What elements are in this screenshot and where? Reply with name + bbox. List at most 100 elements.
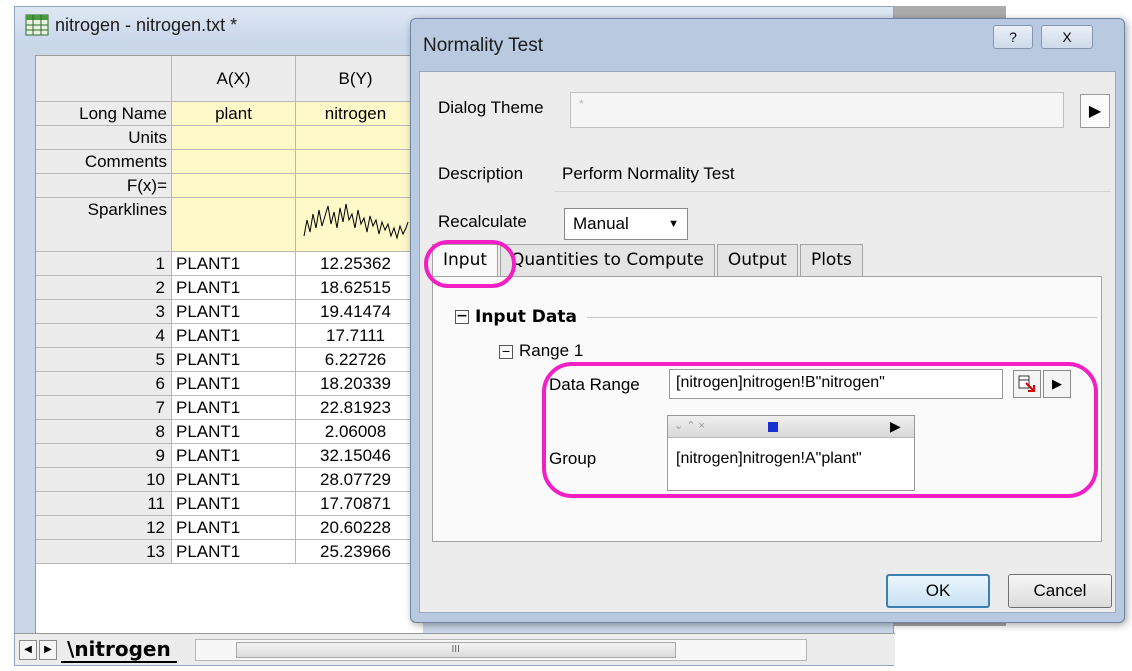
tab-bar: Input Quantities to Compute Output Plots [432, 244, 865, 278]
row-number[interactable]: 13 [36, 540, 172, 564]
cell-plant[interactable]: PLANT1 [172, 252, 296, 276]
column-header-b[interactable]: B(Y) [296, 56, 416, 102]
row-number[interactable]: 12 [36, 516, 172, 540]
cancel-button[interactable]: Cancel [1008, 574, 1112, 608]
range-select-button[interactable] [1013, 370, 1041, 398]
data-range-input[interactable]: [nitrogen]nitrogen!B"nitrogen" [669, 369, 1003, 399]
comments-b[interactable] [296, 150, 416, 174]
row-number[interactable]: 1 [36, 252, 172, 276]
long-name-a[interactable]: plant [172, 102, 296, 126]
row-label-units[interactable]: Units [36, 126, 172, 150]
collapse-icon[interactable]: − [455, 309, 469, 324]
row-number[interactable]: 8 [36, 420, 172, 444]
row-label-sparklines[interactable]: Sparklines [36, 198, 172, 252]
cell-plant[interactable]: PLANT1 [172, 372, 296, 396]
dialog-theme-input[interactable]: * [570, 92, 1064, 128]
horizontal-scrollbar[interactable]: III [194, 638, 807, 661]
table-row: 7 PLANT1 22.81923 [36, 396, 423, 420]
range-1-label: Range 1 [519, 341, 584, 360]
sheet-navigation-bar: ◀ ▶ \nitrogen III [15, 633, 895, 665]
cell-plant[interactable]: PLANT1 [172, 324, 296, 348]
row-number[interactable]: 9 [36, 444, 172, 468]
tab-quantities-to-compute[interactable]: Quantities to Compute [500, 244, 715, 276]
cell-nitrogen[interactable]: 2.06008 [296, 420, 416, 444]
group-input[interactable]: ⌄ ⌃ × ▶ [nitrogen]nitrogen!A"plant" [667, 415, 915, 491]
table-row: 8 PLANT1 2.06008 [36, 420, 423, 444]
row-number[interactable]: 11 [36, 492, 172, 516]
dialog-theme-menu-button[interactable]: ▶ [1080, 94, 1110, 128]
sheet-tab-nitrogen[interactable]: \nitrogen [61, 637, 177, 663]
cell-plant[interactable]: PLANT1 [172, 468, 296, 492]
cell-nitrogen[interactable]: 19.41474 [296, 300, 416, 324]
prev-sheet-button[interactable]: ◀ [19, 639, 37, 660]
play-arrow-icon[interactable]: ▶ [890, 418, 901, 435]
tab-plots[interactable]: Plots [799, 244, 863, 276]
column-header-row: A(X) B(Y) [36, 56, 423, 102]
column-header-a[interactable]: A(X) [172, 56, 296, 102]
cell-nitrogen[interactable]: 28.07729 [296, 468, 416, 492]
scrollbar-thumb[interactable]: III [235, 641, 676, 658]
cell-nitrogen[interactable]: 18.20339 [296, 372, 416, 396]
cell-plant[interactable]: PLANT1 [172, 444, 296, 468]
group-color-marker [768, 422, 778, 432]
cell-plant[interactable]: PLANT1 [172, 348, 296, 372]
fx-row: F(x)= [36, 174, 423, 198]
cell-plant[interactable]: PLANT1 [172, 420, 296, 444]
collapse-icon[interactable]: − [499, 344, 513, 359]
cell-plant[interactable]: PLANT1 [172, 300, 296, 324]
row-label-comments[interactable]: Comments [36, 150, 172, 174]
units-a[interactable] [172, 126, 296, 150]
row-label-long-name[interactable]: Long Name [36, 102, 172, 126]
table-row: 5 PLANT1 6.22726 [36, 348, 423, 372]
range-select-icon [1018, 375, 1035, 392]
sparkline-b[interactable] [296, 198, 416, 252]
group-value: [nitrogen]nitrogen!A"plant" [676, 450, 862, 467]
long-name-b[interactable]: nitrogen [296, 102, 416, 126]
cell-plant[interactable]: PLANT1 [172, 396, 296, 420]
cell-plant[interactable]: PLANT1 [172, 516, 296, 540]
input-data-node[interactable]: − Input Data [455, 307, 577, 327]
range-1-node[interactable]: − Range 1 [499, 341, 583, 361]
table-row: 13 PLANT1 25.23966 [36, 540, 423, 564]
row-number[interactable]: 7 [36, 396, 172, 420]
cell-plant[interactable]: PLANT1 [172, 276, 296, 300]
sparkline-a[interactable] [172, 198, 296, 252]
cell-nitrogen[interactable]: 6.22726 [296, 348, 416, 372]
worksheet-title: nitrogen - nitrogen.txt * [55, 14, 238, 35]
cell-nitrogen[interactable]: 32.15046 [296, 444, 416, 468]
help-button[interactable]: ? [993, 25, 1033, 49]
cell-nitrogen[interactable]: 12.25362 [296, 252, 416, 276]
dialog-body: Dialog Theme * ▶ Description Perform Nor… [419, 71, 1116, 613]
corner-cell[interactable] [36, 56, 172, 102]
cell-nitrogen[interactable]: 25.23966 [296, 540, 416, 564]
cell-nitrogen[interactable]: 20.60228 [296, 516, 416, 540]
row-number[interactable]: 4 [36, 324, 172, 348]
tab-output[interactable]: Output [716, 244, 798, 276]
cell-plant[interactable]: PLANT1 [172, 492, 296, 516]
table-row: 12 PLANT1 20.60228 [36, 516, 423, 540]
ok-button[interactable]: OK [886, 574, 990, 608]
recalculate-select[interactable]: Manual ▼ [564, 208, 688, 240]
cell-plant[interactable]: PLANT1 [172, 540, 296, 564]
table-row: 3 PLANT1 19.41474 [36, 300, 423, 324]
units-b[interactable] [296, 126, 416, 150]
next-sheet-button[interactable]: ▶ [39, 639, 57, 660]
units-row: Units [36, 126, 423, 150]
tab-input[interactable]: Input [432, 244, 499, 278]
cell-nitrogen[interactable]: 17.7111 [296, 324, 416, 348]
cell-nitrogen[interactable]: 18.62515 [296, 276, 416, 300]
cell-nitrogen[interactable]: 17.70871 [296, 492, 416, 516]
row-label-fx[interactable]: F(x)= [36, 174, 172, 198]
comments-a[interactable] [172, 150, 296, 174]
row-number[interactable]: 3 [36, 300, 172, 324]
close-button[interactable]: X [1041, 25, 1093, 49]
row-number[interactable]: 5 [36, 348, 172, 372]
row-number[interactable]: 2 [36, 276, 172, 300]
data-range-menu-button[interactable]: ▶ [1043, 370, 1071, 398]
cell-nitrogen[interactable]: 22.81923 [296, 396, 416, 420]
fx-a[interactable] [172, 174, 296, 198]
fx-b[interactable] [296, 174, 416, 198]
row-number[interactable]: 10 [36, 468, 172, 492]
table-row: 9 PLANT1 32.15046 [36, 444, 423, 468]
row-number[interactable]: 6 [36, 372, 172, 396]
